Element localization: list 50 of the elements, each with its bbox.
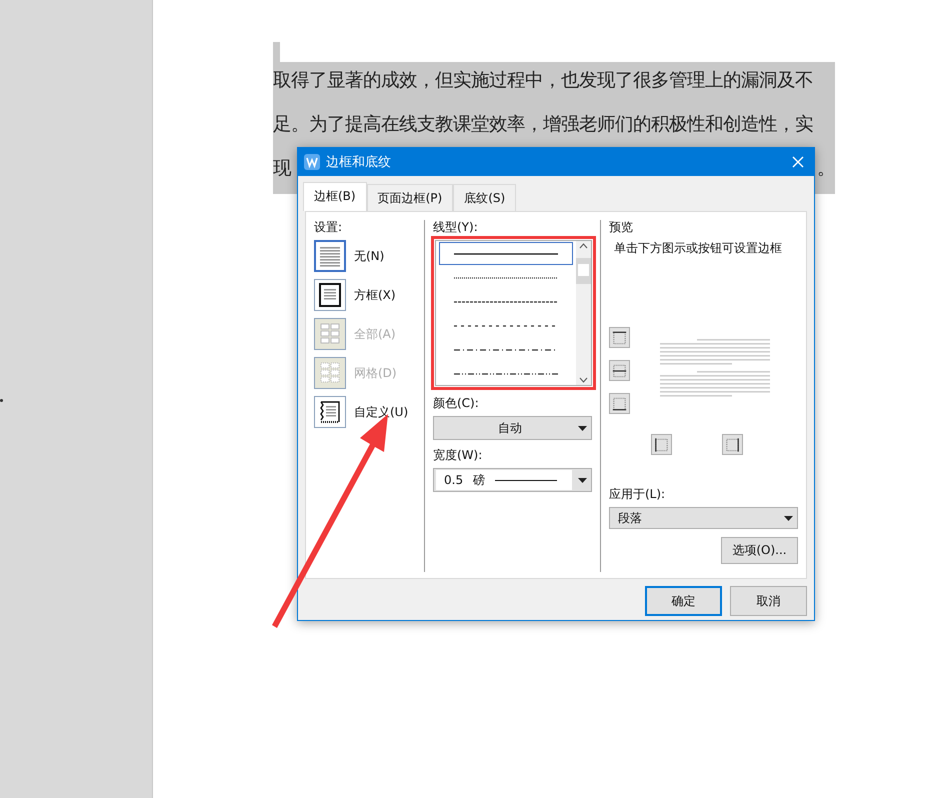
dropdown-arrow-icon [578,478,587,482]
document-text: 。 [817,157,835,180]
tab[interactable]: 底纹(S) [453,184,516,211]
dropdown-arrow-icon [578,426,587,430]
setting-label: 无(N) [354,248,384,264]
settings-label: 设置: [314,220,344,234]
dot-icon [0,399,3,402]
setting-label: 方框(X) [354,286,396,304]
scroll-up-icon[interactable] [579,243,588,249]
page-lines-icon [319,244,341,268]
document-text: 取得了显著的成效，但实施过程中，也发现了很多管理上的漏洞及不 [273,69,813,92]
apply-to-dropdown[interactable]: 段落 [609,507,798,529]
preview-hint: 单击下方图示或按钮可设置边框 [614,240,783,257]
setting-option[interactable] [314,279,346,311]
setting-label: 自定义(U) [354,404,408,420]
setting-option[interactable] [314,396,346,428]
close-icon[interactable] [792,156,804,168]
scrollbar[interactable] [576,241,591,385]
setting-label: 网格(D) [354,364,397,382]
tab[interactable]: 页面边框(P) [366,184,454,211]
table-grid-icon [319,361,341,385]
app-logo-icon [304,154,320,170]
options-button[interactable]: 选项(O)... [721,536,798,564]
width-label: 宽度(W): [433,448,484,462]
dialog-button[interactable]: 确定 [645,586,722,616]
border-button[interactable] [609,327,630,348]
border-button[interactable] [722,434,743,455]
custom-border-icon [319,400,341,424]
apply-to-label: 应用于(L): [609,487,666,502]
width-dropdown[interactable]: 0.5 磅 [433,468,592,492]
border-button[interactable] [651,434,672,455]
dropdown-arrow-icon [784,516,793,521]
setting-label: 全部(A) [354,326,396,342]
scroll-down-icon[interactable] [579,377,588,383]
preview-label: 预览 [609,220,634,234]
document-text: 现 [273,157,291,180]
line-style-option[interactable] [439,242,573,265]
window-title: 边框和底纹 [326,154,392,171]
line-style-label: 线型(Y): [433,220,479,234]
color-dropdown[interactable]: 自动 [433,416,592,440]
border-button[interactable] [609,360,630,381]
scroll-thumb[interactable] [576,258,591,284]
border-button[interactable] [609,393,630,414]
tab[interactable]: 边框(B) [303,182,367,211]
boxed-page-icon [319,283,341,307]
color-label: 颜色(C): [433,396,480,410]
document-text: 足。为了提高在线支教课堂效率，增强老师们的积极性和创造性，实 [273,113,813,136]
table-grid-icon [319,322,341,346]
dialog-button[interactable]: 取消 [730,586,807,616]
line-sample [495,478,558,482]
